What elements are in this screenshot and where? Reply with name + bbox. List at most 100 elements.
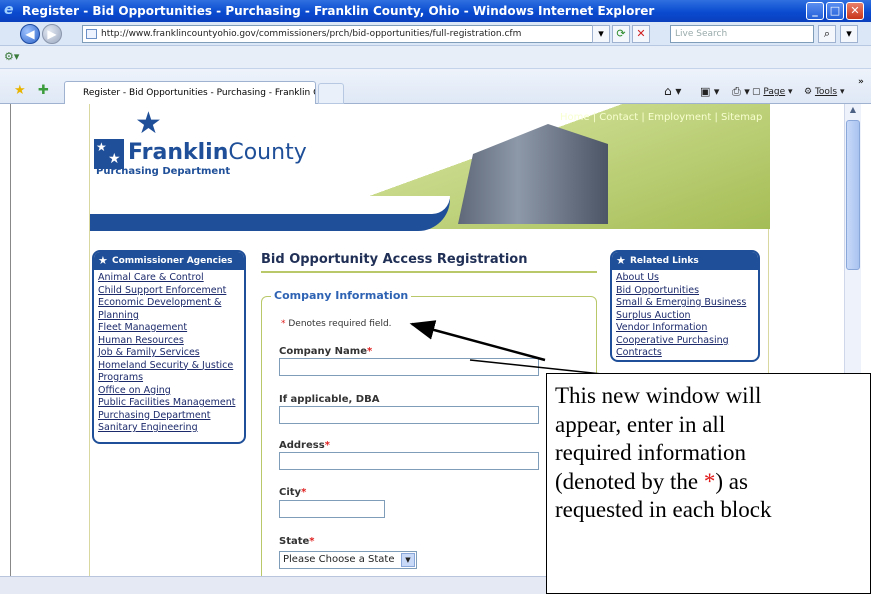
minimize-button[interactable]: _ — [806, 2, 824, 20]
label-text: Address — [279, 440, 325, 451]
refresh-icon[interactable]: ⟳ — [612, 25, 630, 43]
required-note-text: Denotes required field. — [288, 319, 392, 329]
agency-link[interactable]: Job & Family Services — [98, 347, 240, 360]
agencies-list: Animal Care & Control Child Support Enfor… — [94, 270, 244, 437]
agency-link[interactable]: Programs — [98, 372, 240, 385]
page-menu-label: Page — [763, 87, 786, 97]
forward-button[interactable]: ▶ — [42, 24, 62, 44]
page-icon — [86, 29, 97, 39]
callout-line: required information — [555, 440, 746, 465]
box-title: Related Links — [630, 256, 699, 266]
state-select[interactable]: Please Choose a State ▼ — [279, 551, 417, 569]
related-link[interactable]: Cooperative Purchasing — [616, 335, 754, 348]
address-input-field[interactable] — [279, 452, 539, 470]
home-icon[interactable]: ⌂ ▾ — [664, 84, 681, 98]
chevron-right-icon[interactable]: » — [858, 77, 864, 87]
page-title: Bid Opportunity Access Registration — [261, 252, 528, 267]
search-options-icon[interactable]: ▾ — [840, 25, 858, 43]
agency-link[interactable]: Public Facilities Management — [98, 397, 240, 410]
agency-link[interactable]: Animal Care & Control — [98, 272, 240, 285]
window-title: Register - Bid Opportunities - Purchasin… — [22, 4, 655, 18]
related-links-box: ★ Related Links About Us Bid Opportunities… — [610, 250, 760, 362]
box-header: ★ Related Links — [612, 252, 758, 270]
callout-text: ) as — [715, 468, 748, 494]
city-label: City* — [279, 487, 306, 498]
instruction-callout: This new window will appear, enter in al… — [546, 373, 871, 594]
logo-bold: Franklin — [128, 140, 229, 165]
search-input[interactable]: Live Search — [670, 25, 814, 43]
tab-bar: ★ ✚ Register - Bid Opportunities - Purch… — [0, 69, 871, 104]
chevron-down-icon: ▼ — [401, 553, 415, 567]
logo-subtitle: Purchasing Department — [96, 166, 231, 177]
related-link[interactable]: Contracts — [616, 347, 754, 360]
agency-link[interactable]: Child Support Enforcement — [98, 285, 240, 298]
agency-link[interactable]: Human Resources — [98, 335, 240, 348]
required-star: * — [309, 536, 315, 547]
ie-logo-icon: e — [4, 2, 14, 18]
title-rule — [261, 271, 597, 273]
box-header: ★ Commissioner Agencies — [94, 252, 244, 270]
callout-text: (denoted by the — [555, 468, 704, 494]
callout-line: This new window will — [555, 383, 762, 408]
search-icon[interactable]: ⌕ — [818, 25, 836, 43]
address-dropdown-icon[interactable]: ▾ — [592, 25, 610, 43]
star-icon: ★ — [98, 254, 108, 267]
callout-line: requested in each block — [555, 497, 772, 522]
company-name-label: Company Name* — [279, 346, 372, 357]
related-link[interactable]: Surplus Auction — [616, 310, 754, 323]
related-link[interactable]: Vendor Information — [616, 322, 754, 335]
logo-wordmark[interactable]: FranklinCounty — [128, 140, 307, 165]
tools-menu[interactable]: ⚙ Tools ▾ — [804, 87, 845, 97]
company-name-input[interactable] — [279, 358, 539, 376]
callout-line: (denoted by the *) as — [555, 468, 870, 497]
logo-mark: ★ ★ — [94, 139, 124, 169]
required-star: * — [301, 487, 307, 498]
rss-icon[interactable]: ▣ ▾ — [700, 85, 719, 98]
related-links-list: About Us Bid Opportunities Small & Emergin… — [612, 270, 758, 360]
favorites-star-icon[interactable]: ★ — [14, 83, 26, 98]
state-label: State* — [279, 536, 315, 547]
page-menu[interactable]: ▢ Page ▾ — [752, 87, 793, 97]
required-star: * — [366, 346, 373, 357]
stop-icon[interactable]: ✕ — [632, 25, 650, 43]
tab-label: Register - Bid Opportunities - Purchasin… — [83, 88, 316, 98]
state-select-value: Please Choose a State — [283, 554, 395, 565]
scroll-up-icon[interactable]: ▲ — [846, 105, 860, 119]
maximize-button[interactable]: □ — [826, 2, 844, 20]
back-button[interactable]: ◀ — [20, 24, 40, 44]
required-star: * — [281, 319, 286, 329]
scroll-thumb[interactable] — [846, 120, 860, 270]
address-bar-row: ◀ ▶ http://www.franklincountyohio.gov/co… — [0, 22, 871, 46]
related-link[interactable]: Bid Opportunities — [616, 285, 754, 298]
address-input[interactable]: http://www.franklincountyohio.gov/commis… — [82, 25, 610, 43]
feeds-icon[interactable]: ⚙▾ — [4, 50, 19, 63]
agency-link[interactable]: Planning — [98, 310, 240, 323]
callout-red-star: * — [703, 468, 716, 494]
close-button[interactable]: ✕ — [846, 2, 864, 20]
agency-link[interactable]: Purchasing Department — [98, 410, 240, 423]
tab-register[interactable]: Register - Bid Opportunities - Purchasin… — [64, 81, 316, 104]
city-input[interactable] — [279, 500, 385, 518]
agency-link[interactable]: Sanitary Engineering — [98, 422, 240, 435]
callout-line: appear, enter in all — [555, 411, 726, 437]
dba-input[interactable] — [279, 406, 539, 424]
related-link[interactable]: Small & Emerging Business — [616, 297, 754, 310]
address-label: Address* — [279, 440, 330, 451]
commissioner-agencies-box: ★ Commissioner Agencies Animal Care & Con… — [92, 250, 246, 444]
agency-link[interactable]: Office on Aging — [98, 385, 240, 398]
add-favorites-icon[interactable]: ✚ — [38, 83, 49, 98]
box-title: Commissioner Agencies — [112, 256, 233, 266]
url-text: http://www.franklincountyohio.gov/commis… — [101, 29, 522, 39]
agency-link[interactable]: Fleet Management — [98, 322, 240, 335]
new-tab-button[interactable] — [318, 83, 344, 104]
related-link[interactable]: About Us — [616, 272, 754, 285]
required-note: * Denotes required field. — [281, 319, 392, 329]
agency-link[interactable]: Economic Development & — [98, 297, 240, 310]
window-titlebar: e Register - Bid Opportunities - Purchas… — [0, 0, 871, 22]
top-nav[interactable]: Home | Contact | Employment | Sitemap — [560, 112, 762, 123]
print-icon[interactable]: ⎙ ▾ — [732, 85, 750, 99]
agency-link[interactable]: Homeland Security & Justice — [98, 360, 240, 373]
label-text: State — [279, 536, 310, 547]
required-star: * — [324, 440, 330, 451]
fieldset-legend: Company Information — [271, 289, 412, 302]
